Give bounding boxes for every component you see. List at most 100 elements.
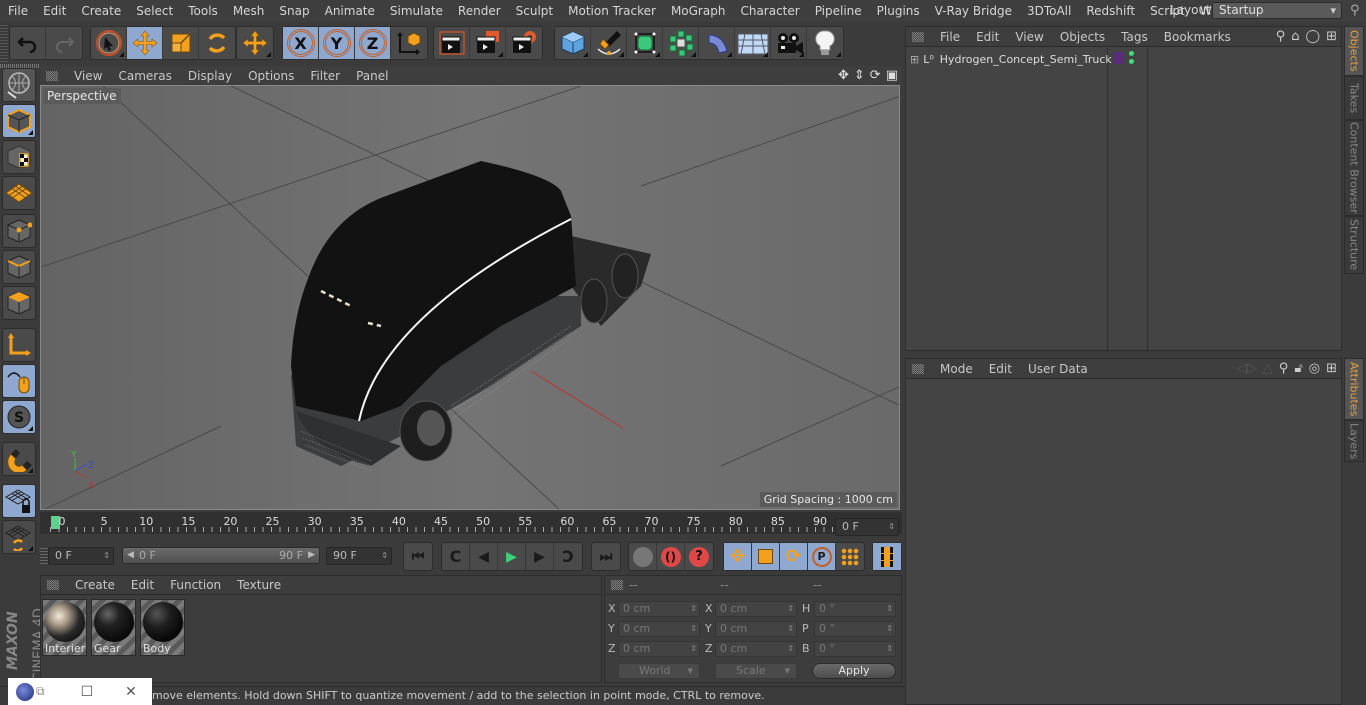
model-mode-button[interactable] — [2, 104, 36, 138]
menu-character[interactable]: Character — [732, 4, 806, 18]
workplane-mode-button[interactable] — [2, 176, 36, 210]
target-icon[interactable]: ◎ — [1309, 361, 1320, 376]
timeline-ruler[interactable]: 0 5 10 15 20 25 30 35 40 45 50 55 60 65 70 75 80 85 90 — [40, 512, 902, 534]
object-menu-bookmarks[interactable]: Bookmarks — [1156, 30, 1239, 44]
menu-vray-bridge[interactable]: V-Ray Bridge — [927, 4, 1019, 18]
polygons-mode-button[interactable] — [2, 286, 36, 320]
layer-color-swatch[interactable] — [1113, 52, 1124, 64]
layout-select[interactable]: Startup — [1212, 2, 1342, 19]
menu-snap[interactable]: Snap — [271, 4, 316, 18]
tab-content-browser[interactable]: Content Browser — [1344, 120, 1364, 216]
lock-icon[interactable]: 🔓︎ — [1294, 361, 1302, 376]
home-icon[interactable]: ⌂ — [1291, 29, 1299, 44]
editor-visibility-dot[interactable] — [1129, 51, 1134, 56]
viewport-menu-panel[interactable]: Panel — [348, 69, 396, 83]
key-rotation-button[interactable]: ⟳ — [780, 543, 808, 570]
texture-mode-button[interactable] — [2, 140, 36, 174]
viewport-menu-filter[interactable]: Filter — [302, 69, 348, 83]
snap-button[interactable] — [2, 442, 36, 476]
material-body[interactable]: Body — [140, 599, 185, 656]
undo-button[interactable] — [10, 27, 46, 59]
pan-view-icon[interactable]: ✥ — [838, 68, 849, 83]
record-keys-button[interactable] — [629, 543, 657, 570]
add-deformer-button[interactable] — [699, 27, 735, 59]
new-panel-icon[interactable]: ⊞ — [1326, 361, 1337, 376]
eye-icon[interactable]: ◯ — [1306, 29, 1321, 44]
go-to-start-button[interactable]: ⏮ — [404, 543, 432, 570]
render-to-picture-viewer-button[interactable] — [470, 27, 506, 59]
material-interier[interactable]: Interier — [42, 599, 87, 656]
material-gear[interactable]: Gear — [91, 599, 136, 656]
rotation-h-field[interactable]: 0 ° — [814, 601, 896, 617]
attribute-menu-user-data[interactable]: User Data — [1020, 362, 1096, 376]
tab-attributes[interactable]: Attributes — [1344, 358, 1364, 420]
size-y-field[interactable]: 0 cm — [715, 621, 797, 637]
up-arrow-icon[interactable]: △ — [1263, 361, 1273, 376]
search-icon[interactable]: ⚲ — [1279, 361, 1289, 376]
start-frame-field[interactable]: 0 F ⇕ — [48, 547, 114, 565]
position-z-field[interactable]: 0 cm — [618, 641, 700, 657]
toggle-layout-icon[interactable]: ▣ — [886, 68, 898, 83]
menu-mesh[interactable]: Mesh — [225, 4, 272, 18]
menu-pipeline[interactable]: Pipeline — [807, 4, 869, 18]
material-menu-texture[interactable]: Texture — [229, 578, 289, 592]
attribute-grip[interactable] — [912, 363, 924, 374]
maximize-icon[interactable]: ☐ — [81, 684, 94, 700]
attribute-menu-mode[interactable]: Mode — [932, 362, 981, 376]
z-axis-lock-button[interactable]: Z — [355, 27, 391, 59]
tweak-mode-button[interactable] — [2, 364, 36, 398]
search-icon[interactable]: ⚲ — [1350, 3, 1360, 18]
add-cloner-button[interactable] — [663, 27, 699, 59]
transport-grip[interactable] — [40, 547, 48, 564]
previous-key-button[interactable]: C — [442, 543, 470, 570]
material-menu-function[interactable]: Function — [162, 578, 229, 592]
object-grip[interactable] — [912, 31, 924, 42]
coordinate-grip[interactable] — [611, 580, 623, 590]
material-menu-edit[interactable]: Edit — [123, 578, 162, 592]
add-camera-button[interactable] — [771, 27, 807, 59]
align-workplane-button[interactable] — [2, 520, 36, 554]
key-pla-button[interactable] — [836, 543, 864, 570]
menu-render[interactable]: Render — [450, 4, 508, 18]
play-forward-button[interactable]: ▶ — [498, 543, 526, 570]
material-menu-create[interactable]: Create — [67, 578, 123, 592]
size-z-field[interactable]: 0 cm — [715, 641, 797, 657]
rotation-b-field[interactable]: 0 ° — [814, 641, 896, 657]
y-axis-lock-button[interactable]: Y — [319, 27, 355, 59]
add-subdivision-button[interactable] — [627, 27, 663, 59]
keyframe-selection-button[interactable]: ? — [685, 543, 713, 570]
viewport-menu-cameras[interactable]: Cameras — [110, 69, 179, 83]
previous-frame-button[interactable]: ◀︎ — [470, 543, 498, 570]
scale-tool-button[interactable] — [163, 27, 199, 59]
back-arrow-icon[interactable]: ◁▷ — [1237, 361, 1257, 376]
render-view-button[interactable] — [434, 27, 470, 59]
next-frame-button[interactable]: ▶︎ — [526, 543, 554, 570]
next-key-button[interactable]: Ↄ — [554, 543, 582, 570]
apply-button[interactable]: Apply — [812, 663, 896, 679]
key-scale-button[interactable] — [752, 543, 780, 570]
object-name[interactable]: Hydrogen_Concept_Semi_Truck — [940, 53, 1112, 66]
object-menu-edit[interactable]: Edit — [968, 30, 1007, 44]
menu-file[interactable]: File — [0, 4, 35, 18]
coordinate-type-dropdown[interactable]: Scale — [715, 663, 797, 679]
menu-edit[interactable]: Edit — [35, 4, 73, 18]
render-settings-button[interactable] — [506, 27, 542, 59]
close-icon[interactable]: ✕ — [125, 684, 137, 700]
last-tool-button[interactable] — [237, 27, 273, 59]
points-mode-button[interactable] — [2, 214, 36, 248]
object-axis-button[interactable] — [2, 328, 36, 362]
object-menu-file[interactable]: File — [932, 30, 968, 44]
move-tool-button[interactable] — [127, 27, 163, 59]
viewport-grip[interactable] — [46, 70, 58, 81]
range-left-arrow-icon[interactable]: ◀ — [127, 548, 134, 563]
zoom-view-icon[interactable]: ⇕ — [854, 68, 865, 83]
add-cube-button[interactable] — [555, 27, 591, 59]
viewport-menu-view[interactable]: View — [66, 69, 110, 83]
key-position-button[interactable]: ✥ — [724, 543, 752, 570]
add-light-button[interactable] — [807, 27, 843, 59]
object-menu-objects[interactable]: Objects — [1052, 30, 1113, 44]
lock-workplane-button[interactable] — [2, 484, 36, 518]
menu-select[interactable]: Select — [128, 4, 180, 18]
menu-animate[interactable]: Animate — [317, 4, 382, 18]
menu-simulate[interactable]: Simulate — [382, 4, 450, 18]
